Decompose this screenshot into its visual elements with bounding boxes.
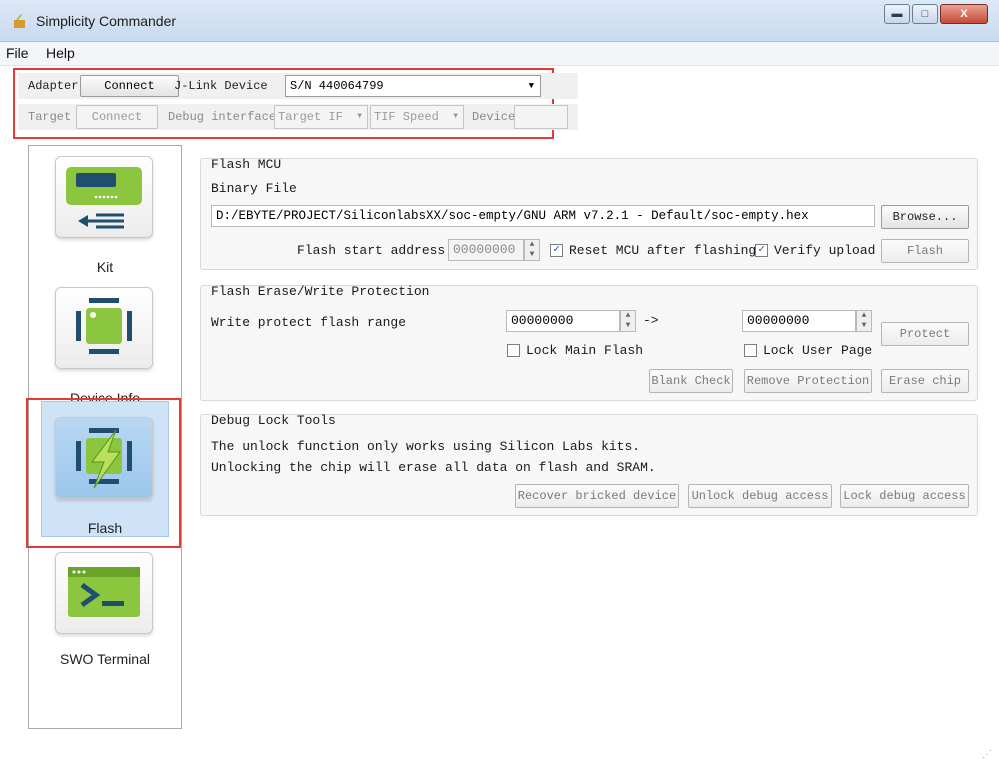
reset-mcu-label: Reset MCU after flashing [569, 243, 757, 258]
flash-mcu-group: Flash MCU Binary File D:/EBYTE/PROJECT/S… [200, 157, 978, 270]
flash-highlight [26, 398, 181, 548]
flash-mcu-title: Flash MCU [211, 157, 282, 172]
browse-button[interactable]: Browse... [881, 205, 969, 229]
unlock-debug-button[interactable]: Unlock debug access [688, 484, 832, 508]
debug-interface-label: Debug interface [168, 110, 277, 124]
minimize-button[interactable]: ▬ [884, 4, 910, 24]
recover-device-button[interactable]: Recover bricked device [515, 484, 679, 508]
close-icon: X [960, 8, 968, 20]
write-protect-range-label: Write protect flash range [211, 315, 407, 330]
jlink-device-select[interactable]: S/N 440064799 ▼ [285, 75, 541, 97]
window-title: Simplicity Commander [36, 13, 177, 29]
tif-speed-select[interactable]: TIF Speed ▼ [370, 105, 464, 129]
window-titlebar[interactable]: Simplicity Commander ▬ □ X [0, 0, 999, 42]
flash-button[interactable]: Flash [881, 239, 969, 263]
dropdown-arrow-icon: ▼ [453, 112, 458, 121]
adapter-connect-button[interactable]: Connect [80, 75, 179, 97]
sidebar-item-kit[interactable] [55, 156, 153, 238]
debug-lock-info-line2: Unlocking the chip will erase all data o… [211, 460, 656, 475]
erase-protection-title: Flash Erase/Write Protection [211, 284, 430, 299]
verify-upload-checkbox[interactable]: ✓ [755, 244, 768, 257]
binary-file-input[interactable]: D:/EBYTE/PROJECT/SiliconlabsXX/soc-empty… [211, 205, 875, 227]
lock-debug-button[interactable]: Lock debug access [840, 484, 969, 508]
target-label: Target [28, 110, 72, 124]
jlink-device-label: J-Link Device [174, 79, 268, 93]
device-field[interactable] [514, 105, 568, 129]
debug-lock-group: Debug Lock Tools The unlock function onl… [200, 413, 978, 516]
resize-grip-icon[interactable]: ⋰ [978, 748, 992, 762]
maximize-button[interactable]: □ [912, 4, 938, 24]
lock-user-page-checkbox[interactable] [744, 344, 757, 357]
kit-icon [66, 167, 142, 229]
range-start-input[interactable]: 00000000 [506, 310, 620, 332]
target-connect-button[interactable]: Connect [76, 105, 158, 129]
debug-lock-title: Debug Lock Tools [211, 413, 336, 428]
minimize-icon: ▬ [891, 8, 903, 20]
close-button[interactable]: X [940, 4, 988, 24]
dropdown-arrow-icon: ▼ [528, 81, 534, 91]
terminal-icon [68, 567, 140, 617]
range-start-spinner[interactable]: ▲ ▼ [620, 310, 636, 332]
adapter-toolbar: Adapter Connect J-Link Device S/N 440064… [18, 73, 578, 99]
binary-file-label: Binary File [211, 181, 297, 196]
target-toolbar: Target Connect Debug interface Target IF… [18, 104, 578, 130]
app-icon [14, 14, 25, 28]
start-address-spinner[interactable]: ▲ ▼ [524, 239, 540, 261]
sidebar-label-kit: Kit [96, 259, 114, 275]
menu-bar: File Help [0, 42, 999, 66]
remove-protection-button[interactable]: Remove Protection [744, 369, 872, 393]
range-end-spinner[interactable]: ▲ ▼ [856, 310, 872, 332]
chip-icon [76, 298, 132, 354]
target-if-value: Target IF [278, 110, 343, 124]
sidebar-label-swo-terminal: SWO Terminal [60, 651, 150, 667]
start-address-label: Flash start address: [297, 243, 454, 258]
jlink-device-value: S/N 440064799 [290, 79, 384, 93]
lock-main-flash-label: Lock Main Flash [526, 343, 644, 358]
debug-lock-info-line1: The unlock function only works using Sil… [211, 439, 641, 454]
target-if-select[interactable]: Target IF ▼ [274, 105, 368, 129]
blank-check-button[interactable]: Blank Check [649, 369, 733, 393]
protect-button[interactable]: Protect [881, 322, 969, 346]
sidebar-item-device-info[interactable] [55, 287, 153, 369]
tif-speed-value: TIF Speed [374, 110, 439, 124]
lock-user-page-label: Lock User Page [763, 343, 873, 358]
sidebar-item-swo-terminal[interactable] [55, 552, 153, 634]
verify-upload-label: Verify upload [774, 243, 876, 258]
lock-main-flash-checkbox[interactable] [507, 344, 520, 357]
adapter-label: Adapter [28, 79, 79, 93]
erase-protection-group: Flash Erase/Write Protection Write prote… [200, 284, 978, 401]
device-label: Device [472, 110, 516, 124]
reset-mcu-checkbox[interactable]: ✓ [550, 244, 563, 257]
menu-file[interactable]: File [6, 45, 29, 61]
range-end-input[interactable]: 00000000 [742, 310, 856, 332]
erase-chip-button[interactable]: Erase chip [881, 369, 969, 393]
dropdown-arrow-icon: ▼ [357, 112, 362, 121]
menu-help[interactable]: Help [46, 45, 75, 61]
maximize-icon: □ [921, 8, 929, 20]
range-arrow: -> [643, 313, 659, 328]
start-address-input[interactable]: 00000000 [448, 239, 524, 261]
